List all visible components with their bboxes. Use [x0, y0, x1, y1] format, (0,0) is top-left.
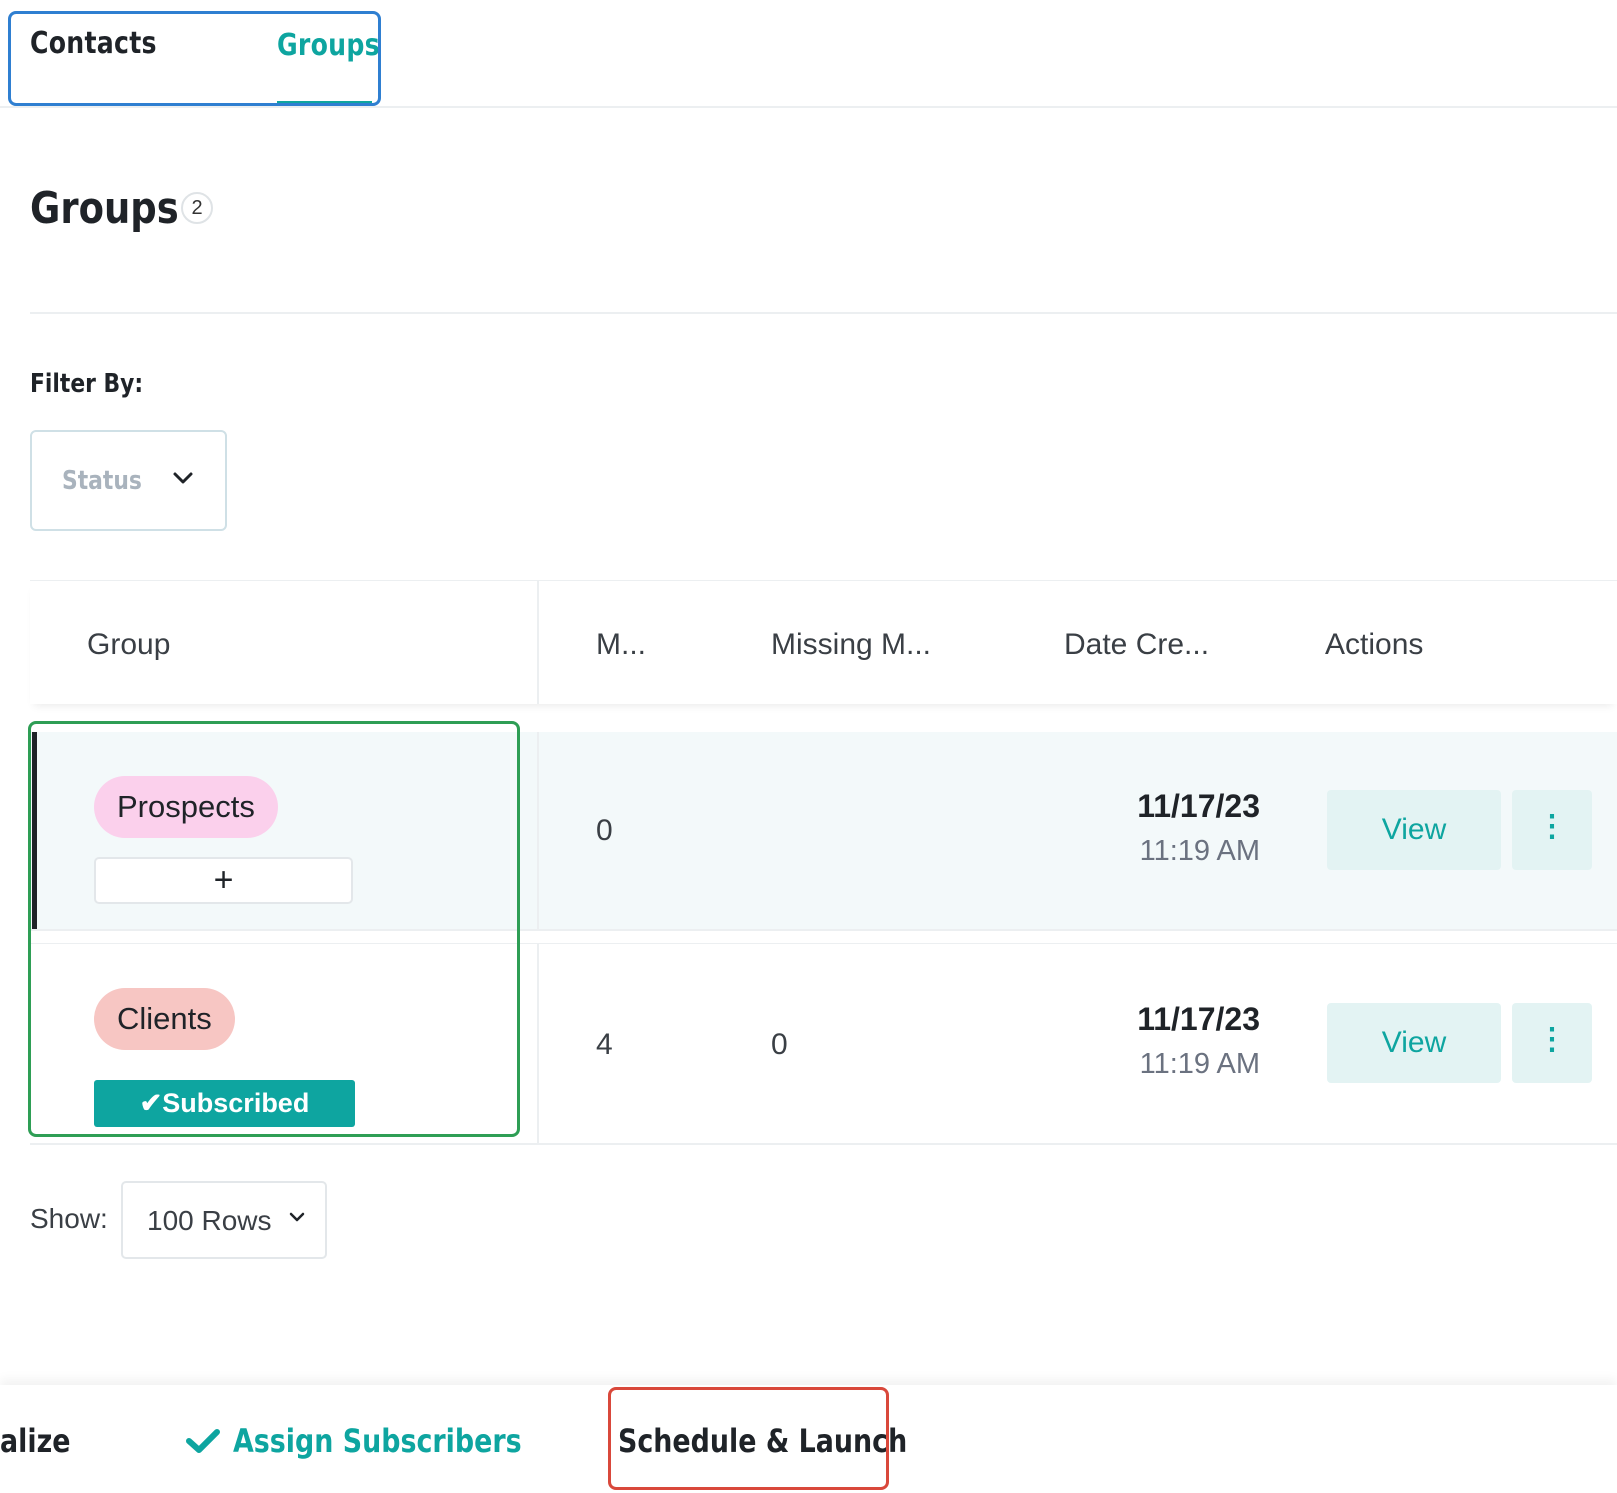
- date-created: 11/17/23 11:19 AM: [1030, 1001, 1260, 1081]
- members-count: 4: [596, 1028, 613, 1061]
- members-count: 0: [596, 814, 613, 847]
- time-value: 11:19 AM: [1139, 1048, 1260, 1080]
- groups-count-badge: 2: [181, 192, 213, 224]
- step-assign-subscribers[interactable]: Assign Subscribers: [233, 1422, 577, 1460]
- more-vertical-icon[interactable]: ⋮: [1512, 1003, 1592, 1083]
- column-header-group[interactable]: Group: [87, 628, 170, 662]
- tabs-divider: [0, 106, 1617, 108]
- status-filter-select[interactable]: Status: [30, 430, 227, 531]
- date-value: 11/17/23: [1137, 788, 1260, 824]
- filter-label: Filter By:: [30, 369, 144, 399]
- table-header: Group M... Missing M... Date Cre... Acti…: [30, 580, 1617, 704]
- chevron-down-icon: [289, 1212, 305, 1222]
- more-vertical-icon[interactable]: ⋮: [1512, 790, 1592, 870]
- tabs-highlight-box: [8, 11, 381, 106]
- view-button[interactable]: View: [1327, 1003, 1501, 1083]
- rows-per-page-select[interactable]: 100 Rows: [121, 1181, 327, 1259]
- time-value: 11:19 AM: [1139, 835, 1260, 867]
- column-header-members[interactable]: M...: [596, 628, 646, 662]
- column-header-date-created[interactable]: Date Cre...: [1064, 628, 1209, 662]
- show-label: Show:: [30, 1203, 108, 1234]
- status-placeholder: Status: [62, 466, 142, 496]
- missing-count: 0: [771, 1028, 788, 1061]
- title-divider: [30, 312, 1617, 314]
- schedule-highlight-box: [608, 1387, 889, 1490]
- column-header-missing[interactable]: Missing M...: [771, 628, 931, 662]
- group-column-highlight-box: [28, 721, 520, 1137]
- date-created: 11/17/23 11:19 AM: [1030, 788, 1260, 868]
- chevron-down-icon: [173, 472, 193, 484]
- date-value: 11/17/23: [1137, 1001, 1260, 1037]
- column-separator: [537, 944, 539, 1143]
- column-separator: [537, 581, 539, 704]
- check-icon: [186, 1429, 220, 1453]
- rows-per-page-value: 100 Rows: [147, 1205, 272, 1236]
- column-header-actions: Actions: [1325, 628, 1424, 661]
- column-separator: [537, 732, 539, 929]
- view-button[interactable]: View: [1327, 790, 1501, 870]
- step-previous[interactable]: alize: [0, 1422, 84, 1460]
